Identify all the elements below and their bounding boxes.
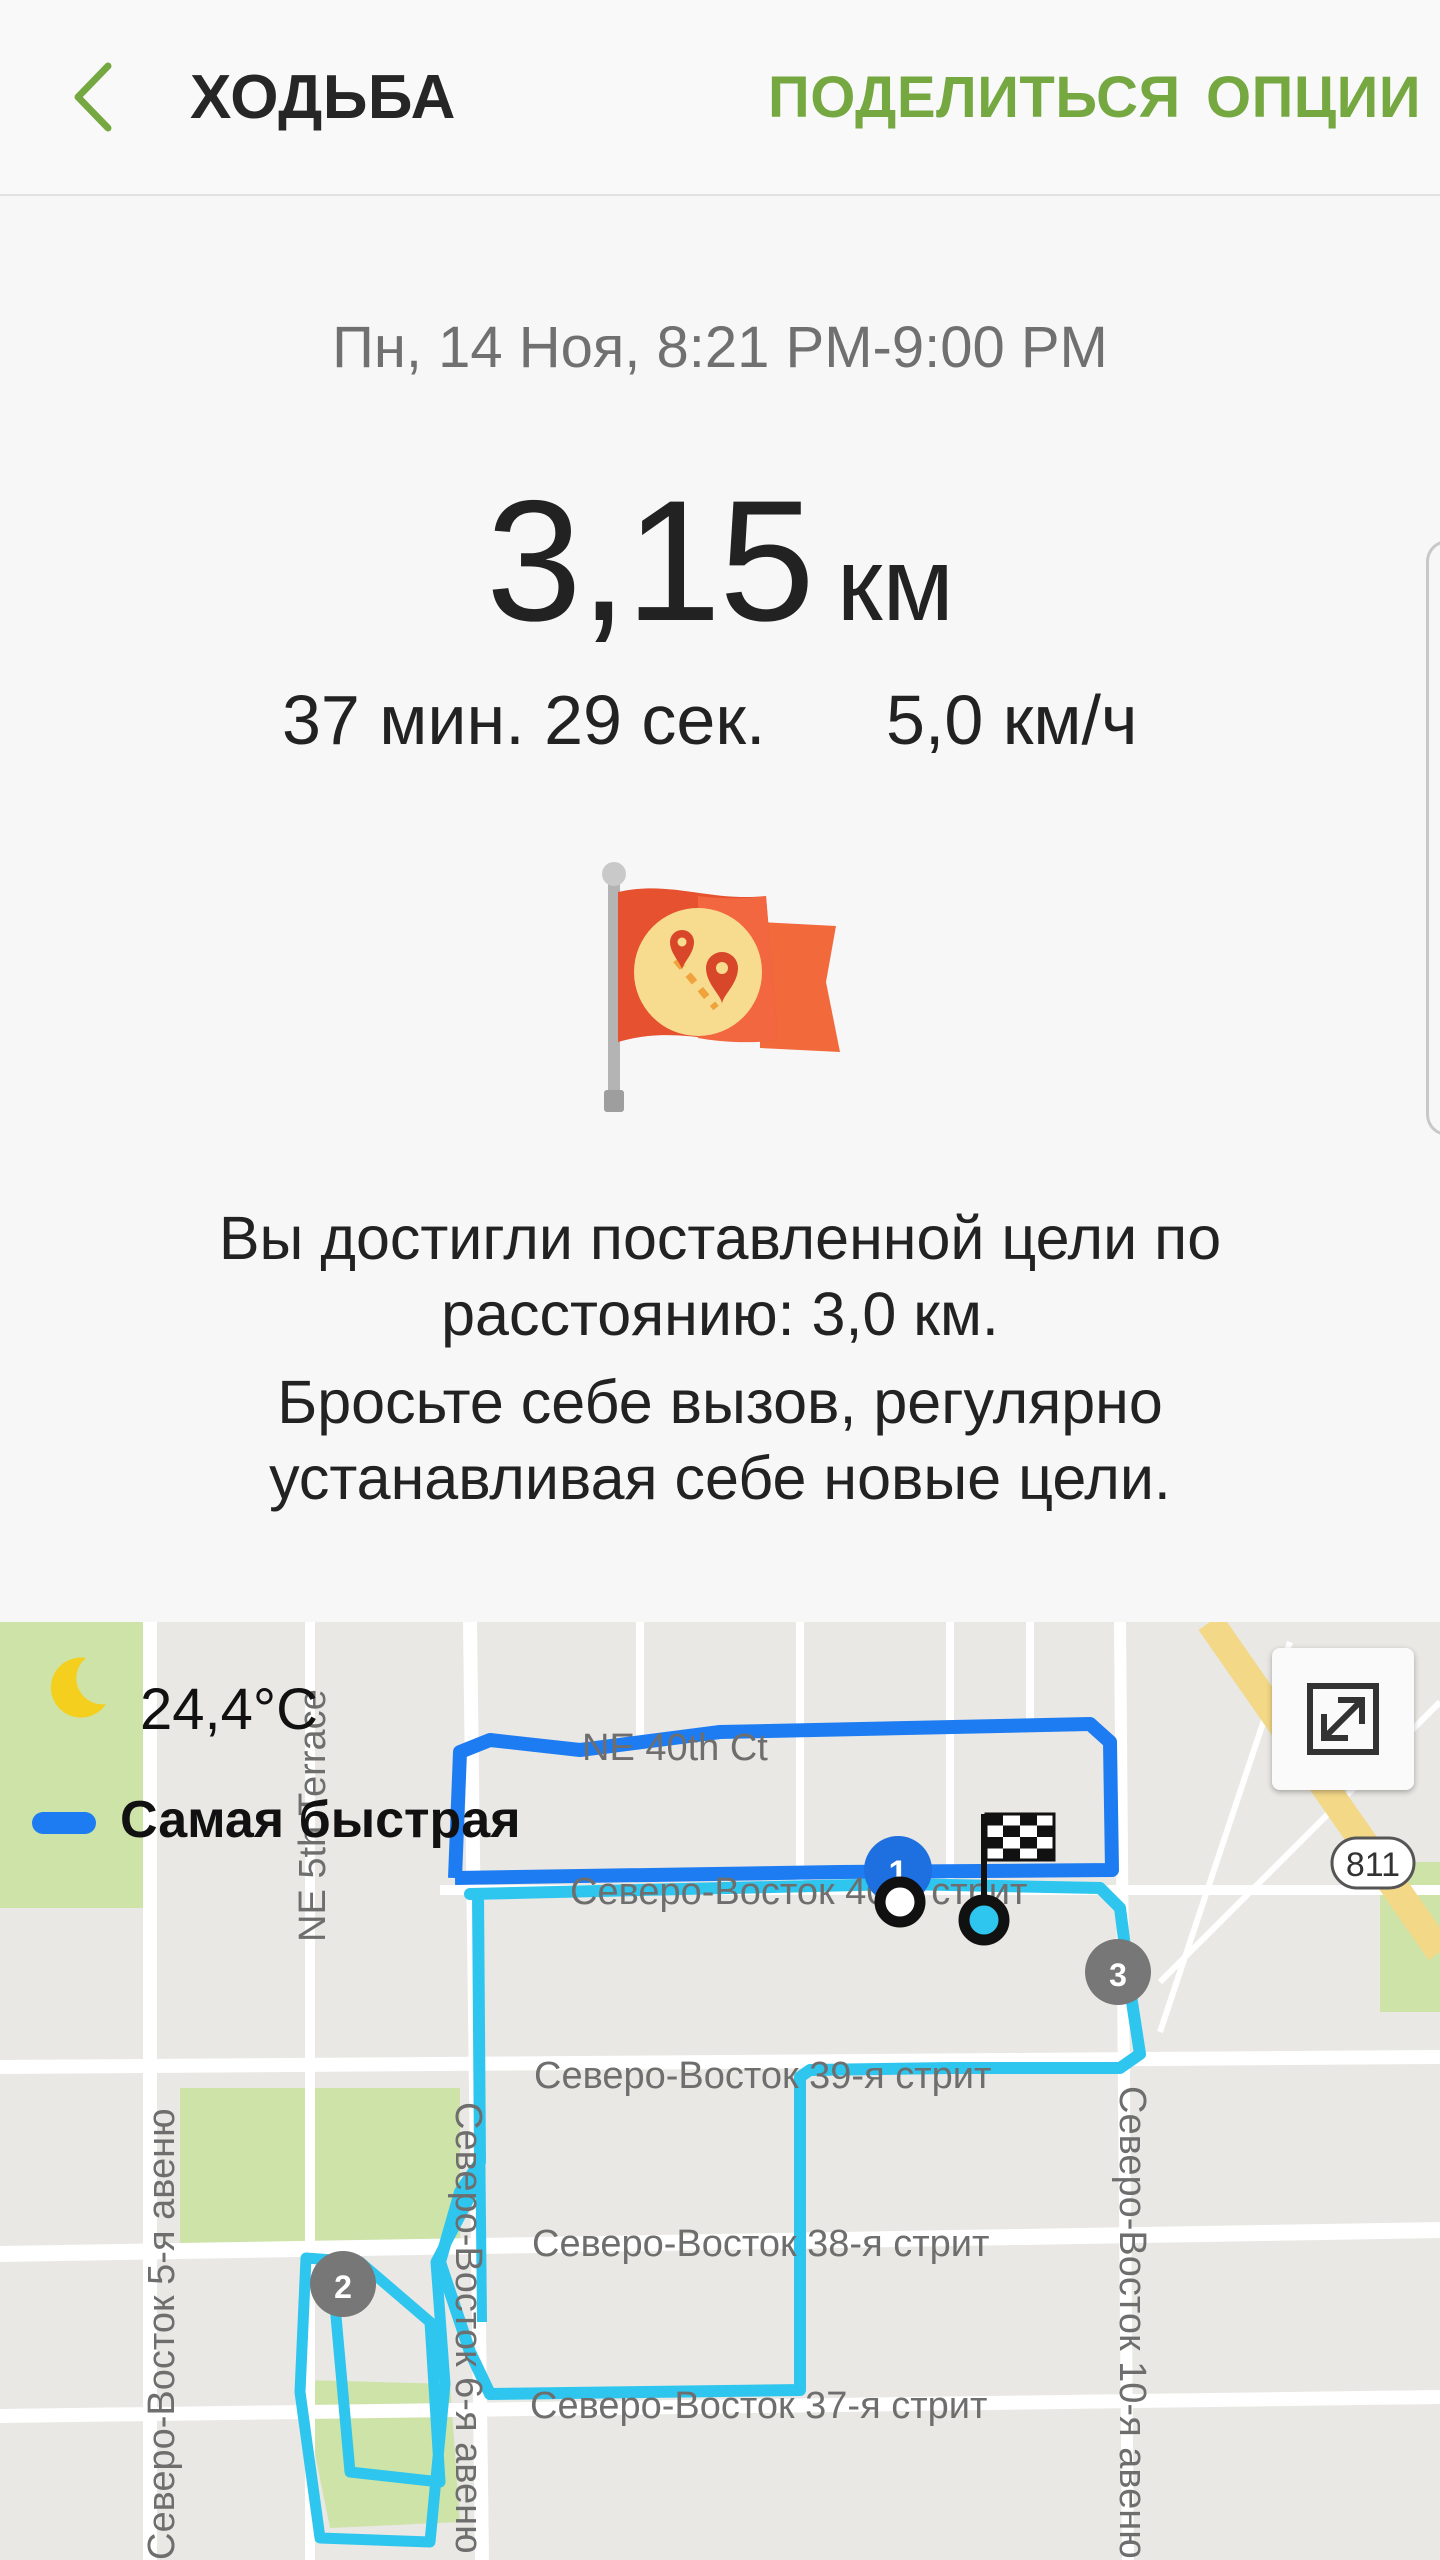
street-label: NE 40th Ct <box>582 1727 768 1769</box>
street-label: Северо-Восток 10-я авеню <box>1111 2086 1153 2559</box>
goal-message-line2: Бросьте себе вызов, регулярно устанавлив… <box>269 1368 1171 1512</box>
speed-value: 5,0 км/ч <box>886 681 1138 759</box>
fastest-segment-swatch <box>32 1812 96 1834</box>
legend-label: Самая быстрая <box>120 1791 521 1849</box>
moon-icon <box>50 1657 106 1718</box>
options-button[interactable]: ОПЦИИ <box>1206 64 1421 131</box>
duration-value: 37 мин. 29 сек. <box>282 681 766 759</box>
street-label: Северо-Восток 5-я авеню <box>141 2108 183 2560</box>
street-label: Северо-Восток 37-я стрит <box>530 2385 987 2427</box>
start-point-icon <box>874 1876 926 1928</box>
expand-map-button[interactable] <box>1272 1648 1414 1790</box>
street-label: Северо-Восток 6-я авеню <box>447 2102 489 2554</box>
edge-panel-handle[interactable] <box>1426 540 1440 1136</box>
goal-flag-icon <box>590 862 850 1122</box>
goal-message-line1: Вы достигли поставленной цели по расстоя… <box>218 1204 1222 1348</box>
street-label: Северо-Восток 40-я стрит <box>570 1871 1027 1913</box>
chevron-left-icon <box>74 62 112 132</box>
route-shield-label: 811 <box>1346 1846 1400 1884</box>
share-button[interactable]: ПОДЕЛИТЬСЯ <box>768 64 1181 131</box>
app-bar: ХОДЬБА ПОДЕЛИТЬСЯ ОПЦИИ <box>0 0 1440 196</box>
street-label: Северо-Восток 39-я стрит <box>534 2055 991 2097</box>
svg-text:3: 3 <box>1109 1957 1127 1993</box>
street-label: Северо-Восток 38-я стрит <box>532 2223 989 2265</box>
map-canvas: NE 40th Ct Северо-Восток 40-я стрит Севе… <box>0 1622 1440 2560</box>
page-title: ХОДЬБА <box>190 63 456 132</box>
expand-icon <box>1307 1683 1379 1755</box>
workout-date: Пн, 14 Ноя, 8:21 PM-9:00 PM <box>332 315 1108 380</box>
goal-message: Вы достигли поставленной цели по расстоя… <box>100 1200 1340 1516</box>
temperature: 24,4°C <box>140 1677 318 1742</box>
distance-summary: 3,15 км <box>0 462 1440 660</box>
route-map[interactable]: NE 40th Ct Северо-Восток 40-я стрит Севе… <box>0 1622 1440 2560</box>
distance-value: 3,15 <box>486 465 815 657</box>
distance-unit: км <box>836 527 954 643</box>
svg-text:2: 2 <box>334 2269 352 2305</box>
back-button[interactable] <box>56 52 136 142</box>
